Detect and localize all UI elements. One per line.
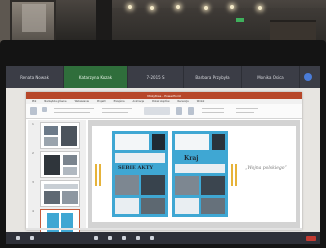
ppt-titlebar: Mokytkas - PowerPoint bbox=[26, 92, 302, 99]
thumb-number: 1 bbox=[32, 122, 34, 126]
participant-tile[interactable]: 7-2015 S bbox=[128, 66, 184, 88]
video-call-bar: Renata Nowak Katarzyna Kozak 7-2015 S Ba… bbox=[6, 66, 320, 88]
ppt-window-title: Mokytkas - PowerPoint bbox=[147, 93, 181, 98]
tab-view[interactable]: Widok bbox=[197, 100, 205, 103]
tab-plik[interactable]: Plik bbox=[32, 100, 36, 103]
font-format-row bbox=[54, 112, 90, 113]
brochure-right-title: Kraj bbox=[184, 155, 199, 162]
tab-review[interactable]: Recenzja bbox=[178, 100, 189, 103]
app-icon bbox=[30, 235, 34, 240]
taskbar-item[interactable] bbox=[108, 235, 112, 241]
participant-name: Katarzyna Kozak bbox=[78, 75, 113, 80]
taskbar-item[interactable] bbox=[122, 235, 126, 241]
arrange-icon[interactable] bbox=[176, 107, 182, 115]
decorative-bar bbox=[99, 164, 101, 186]
taskbar-item[interactable] bbox=[16, 235, 20, 241]
brochure-page-right: Kraj bbox=[172, 131, 228, 217]
taskbar-item[interactable] bbox=[150, 235, 154, 241]
decorative-bar bbox=[235, 164, 237, 186]
participant-name: Renata Nowak bbox=[20, 74, 49, 80]
find-row bbox=[236, 108, 258, 109]
shape-outline-row bbox=[202, 112, 224, 113]
decorative-bar bbox=[95, 164, 97, 186]
brochure-page-left: SEBIE AKTY bbox=[112, 131, 168, 217]
participant-name: 7-2015 S bbox=[146, 74, 165, 80]
tab-design[interactable]: Projekt bbox=[97, 100, 106, 103]
exit-sign bbox=[236, 18, 244, 22]
slide-caption: „Wojna polskiego” bbox=[245, 166, 287, 171]
powerpoint-window: Mokytkas - PowerPoint Plik Narzędzia głó… bbox=[26, 92, 302, 236]
leave-call-button[interactable] bbox=[306, 235, 316, 241]
camera-icon bbox=[94, 235, 98, 240]
taskbar-item[interactable] bbox=[136, 235, 140, 241]
ceiling-light bbox=[258, 6, 262, 10]
shapes-gallery[interactable] bbox=[144, 107, 170, 115]
window-pane bbox=[22, 4, 46, 32]
slide-thumbnail[interactable] bbox=[40, 122, 80, 149]
participant-name: Monika Osica bbox=[257, 74, 284, 80]
call-options-icon[interactable] bbox=[304, 73, 312, 81]
tab-slideshow[interactable]: Pokaz slajdów bbox=[152, 100, 169, 103]
ribbon bbox=[26, 104, 302, 119]
font-row bbox=[54, 108, 94, 109]
participants-icon bbox=[150, 235, 154, 240]
participant-tile[interactable]: Barbara Przybyła bbox=[184, 66, 242, 88]
replace-row bbox=[236, 112, 254, 113]
paste-icon[interactable] bbox=[30, 107, 37, 115]
participant-tile-active[interactable]: Katarzyna Kozak bbox=[64, 66, 128, 88]
shape-fill-row bbox=[202, 108, 224, 109]
tab-animations[interactable]: Animacje bbox=[133, 100, 145, 103]
share-screen-icon bbox=[122, 235, 126, 240]
thumb-number: 4 bbox=[32, 209, 34, 213]
microphone-icon bbox=[108, 235, 112, 240]
taskbar-item[interactable] bbox=[30, 235, 34, 241]
app-icon bbox=[16, 235, 20, 240]
tab-transitions[interactable]: Przejścia bbox=[114, 100, 125, 103]
ceiling-light bbox=[150, 6, 154, 10]
ceiling-light bbox=[230, 5, 234, 9]
taskbar bbox=[6, 232, 320, 244]
paragraph-row bbox=[102, 108, 132, 109]
thumb-number: 2 bbox=[32, 151, 34, 155]
chat-icon bbox=[136, 235, 140, 240]
quick-styles-icon[interactable] bbox=[188, 107, 194, 115]
slide-canvas: SEBIE AKTY Kraj „Wojna polskiego” bbox=[88, 120, 300, 228]
ceiling-light bbox=[128, 5, 132, 9]
ppt-status-bar bbox=[26, 228, 302, 230]
alignment-row bbox=[102, 112, 128, 113]
ceiling-light bbox=[176, 5, 180, 9]
tab-home[interactable]: Narzędzia główne bbox=[44, 100, 66, 103]
participant-tile[interactable]: Renata Nowak bbox=[6, 66, 64, 88]
decorative-bar bbox=[231, 164, 233, 186]
participant-tile[interactable]: Monika Osica bbox=[242, 66, 300, 88]
ceiling-light bbox=[204, 6, 208, 10]
participant-name: Barbara Przybyła bbox=[195, 74, 230, 80]
slide-thumbnails: 1 2 3 4 bbox=[28, 120, 86, 236]
slide-thumbnail[interactable] bbox=[40, 180, 80, 207]
tab-insert[interactable]: Wstawianie bbox=[75, 100, 89, 103]
brochure-left-title: SEBIE AKTY bbox=[118, 165, 154, 171]
new-slide-icon[interactable] bbox=[42, 107, 47, 112]
thumb-number: 3 bbox=[32, 180, 34, 184]
taskbar-item[interactable] bbox=[94, 235, 98, 241]
laptop-screen: Renata Nowak Katarzyna Kozak 7-2015 S Ba… bbox=[6, 66, 320, 244]
slide-thumbnail[interactable] bbox=[40, 151, 80, 178]
current-slide[interactable]: SEBIE AKTY Kraj „Wojna polskiego” bbox=[92, 126, 296, 222]
